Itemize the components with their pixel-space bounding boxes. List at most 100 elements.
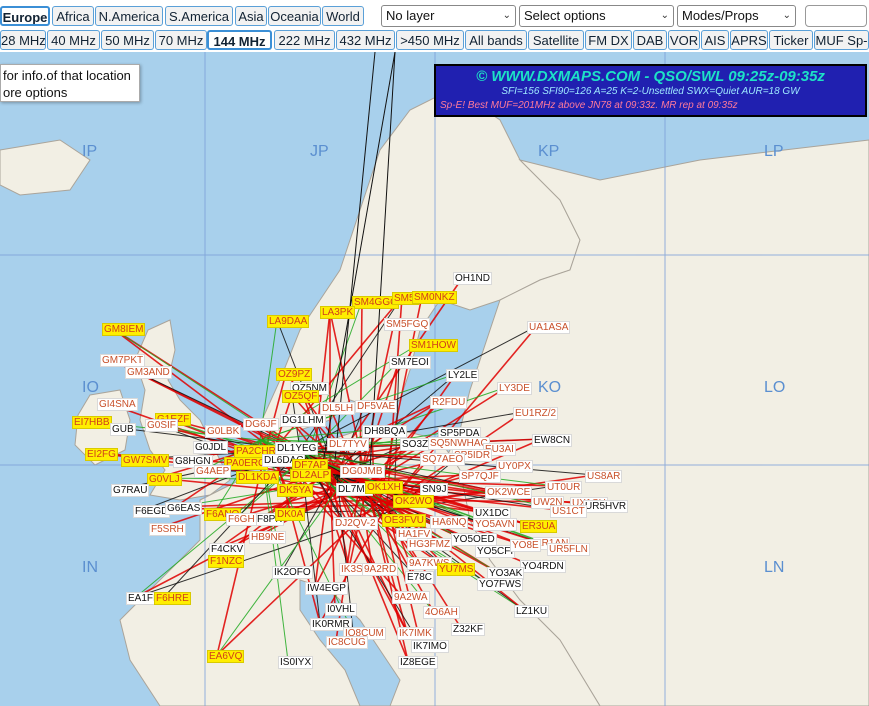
callsign-label[interactable]: R2FDU [430,396,468,409]
callsign-label[interactable]: HA6NQ [430,516,469,529]
tab-region-asia[interactable]: Asia [235,6,267,26]
tab-region-world[interactable]: World [322,6,364,26]
callsign-label[interactable]: OZ5QF [282,390,320,403]
tab-band-all[interactable]: All bands [465,30,527,50]
tab-band-222[interactable]: 222 MHz [274,30,335,50]
callsign-label[interactable]: F5SRH [149,523,186,536]
callsign-label[interactable]: OK2WCE [485,486,533,499]
callsign-label[interactable]: IC8CUG [326,636,368,649]
callsign-label[interactable]: HB9NE [249,531,287,544]
callsign-label[interactable]: UR5HVR [583,500,629,513]
tab-band-432[interactable]: 432 MHz [336,30,395,50]
callsign-label[interactable]: F6HRE [154,592,191,605]
options-select[interactable]: Select options ⌄ [519,5,674,27]
layer-select[interactable]: No layer ⌄ [381,5,516,27]
callsign-label[interactable]: YO8E [510,539,541,552]
tab-fm-dx[interactable]: FM DX [585,30,632,50]
callsign-label[interactable]: UT0UR [545,481,583,494]
callsign-label[interactable]: DL1KDA [236,471,279,484]
callsign-label[interactable]: LA9DAA [267,315,310,328]
callsign-label[interactable]: DG1LHM [280,414,326,427]
callsign-label[interactable]: YU7MS [437,563,476,576]
callsign-label[interactable]: SM7EOI [389,356,431,369]
callsign-label[interactable]: EA6VQ [207,650,245,663]
callsign-label[interactable]: UA1ASA [527,321,571,334]
callsign-label[interactable]: EI7HBB [72,416,112,429]
callsign-label[interactable]: SO3Z [400,438,431,451]
callsign-label[interactable]: G0VLJ [147,473,182,486]
tab-region-europe[interactable]: Europe [0,6,50,26]
callsign-label[interactable]: GM3AND [125,366,172,379]
tab-muf-sporadic-e[interactable]: MUF Sp- [814,30,869,50]
tab-band-28[interactable]: 28 MHz [0,30,46,50]
callsign-label[interactable]: G0LBK [205,425,242,438]
tab-dab[interactable]: DAB [633,30,667,50]
tab-ais[interactable]: AIS [701,30,729,50]
callsign-label[interactable]: OZ9PZ [276,368,313,381]
callsign-label[interactable]: F6GH [226,513,257,526]
callsign-label[interactable]: EU1RZ/2 [513,407,559,420]
callsign-label[interactable]: UY0PX [496,460,533,473]
callsign-label[interactable]: I0VHL [325,603,357,616]
callsign-label[interactable]: LY2LE [446,369,480,382]
tab-band-50[interactable]: 50 MHz [101,30,154,50]
callsign-label[interactable]: Z32KF [451,623,486,636]
callsign-label[interactable]: EW8CN [532,434,573,447]
callsign-label[interactable]: GW7SMV [121,454,170,467]
tab-band-144[interactable]: 144 MHz [207,30,272,50]
callsign-label[interactable]: G0SIF [145,419,178,432]
tab-region-africa[interactable]: Africa [52,6,94,26]
callsign-label[interactable]: IK7IMK [397,627,434,640]
callsign-label[interactable]: DL2ALP [290,469,332,482]
callsign-label[interactable]: GI4SNA [97,398,138,411]
callsign-label[interactable]: G0JDL [193,441,229,454]
tab-region-north-america[interactable]: N.America [95,6,163,26]
propagation-map[interactable]: IP JP KP LP IO KO LO IN LN OH1ND SM4GGC SM… [0,52,869,706]
callsign-label[interactable]: OE3FVU [382,514,427,527]
callsign-label[interactable]: LY3DE [497,382,532,395]
callsign-label[interactable]: 9A2WA [392,591,430,604]
callsign-label[interactable]: SQ7AEO [420,453,466,466]
callsign-label[interactable]: US8AR [585,470,623,483]
callsign-label[interactable]: DF5VAE [355,400,398,413]
tab-ticker[interactable]: Ticker [769,30,813,50]
callsign-label[interactable]: SM0NKZ [412,291,457,304]
callsign-label[interactable]: E78C [405,571,435,584]
callsign-label[interactable]: F1NZC [208,555,245,568]
callsign-label[interactable]: GM8IEM [102,323,146,336]
callsign-label[interactable]: IK3S [339,563,365,576]
callsign-label[interactable]: SP7QJF [459,470,501,483]
modes-select[interactable]: Modes/Props ⌄ [677,5,796,27]
callsign-label[interactable]: LA3PK [320,306,356,319]
tab-region-oceania[interactable]: Oceania [268,6,321,26]
tab-region-south-america[interactable]: S.America [165,6,233,26]
callsign-label[interactable]: 4O6AH [423,606,460,619]
callsign-label[interactable]: SM1HOW [409,339,458,352]
callsign-label[interactable]: UR5FLN [547,543,590,556]
callsign-label[interactable]: IK7IMO [411,640,449,653]
callsign-label[interactable]: ER3UA [520,520,558,533]
tab-band-70[interactable]: 70 MHz [155,30,207,50]
callsign-label[interactable]: G7RAU [111,484,150,497]
tab-satellite[interactable]: Satellite [528,30,584,50]
callsign-label[interactable]: YO4RDN [520,560,566,573]
tab-band-450plus[interactable]: >450 MHz [396,30,464,50]
callsign-label[interactable]: HG3FMZ [407,538,453,551]
callsign-label[interactable]: OH1ND [453,272,493,285]
callsign-label[interactable]: DK5YA [277,484,314,497]
callsign-label[interactable]: DH8BQA [362,425,408,438]
callsign-label[interactable]: OK1XH [365,481,403,494]
callsign-label[interactable]: US1CT [550,505,587,518]
callsign-label[interactable]: DK0A [275,508,306,521]
callsign-label[interactable]: DG6JF [243,418,279,431]
callsign-label[interactable]: GUB [110,423,136,436]
tab-aprs[interactable]: APRS [730,30,768,50]
callsign-label[interactable]: YO5AVN [473,518,517,531]
callsign-label[interactable]: IZ8EGE [398,656,438,669]
callsign-label[interactable]: EI2FG [85,448,118,461]
callsign-label[interactable]: G6EAS [165,502,203,515]
tab-band-40[interactable]: 40 MHz [47,30,100,50]
callsign-label[interactable]: DL7TYV [327,438,369,451]
callsign-label[interactable]: DG0JMB [340,465,385,478]
callsign-label[interactable]: SM5FGQ [384,318,431,331]
